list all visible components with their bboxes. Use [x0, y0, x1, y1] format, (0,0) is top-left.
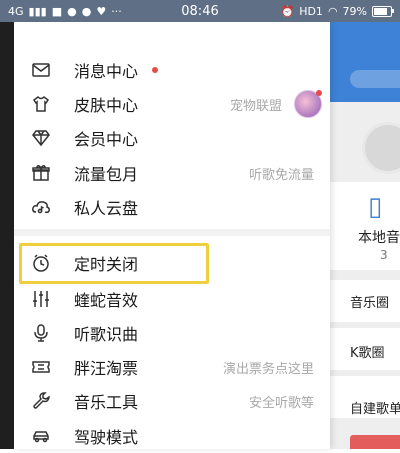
- hd-indicator: HD1: [299, 4, 323, 18]
- menu-item-skins[interactable]: 皮肤中心 宠物联盟: [14, 87, 330, 121]
- status-bar: 4G ▮▮▮ ■ ● ● ♥ ··· 08:46 ⏰ HD1 ◠ 79%: [0, 0, 400, 22]
- ticket-icon: [30, 356, 52, 378]
- skin-badge-dot: [316, 90, 322, 96]
- gift-icon: [30, 162, 52, 184]
- phone-device-icon: ▯: [368, 192, 383, 222]
- battery-fill: [374, 7, 387, 15]
- menu-divider: [14, 229, 330, 236]
- menu-item-label: 驾驶模式: [74, 428, 139, 447]
- menu-item-label: 音乐工具: [74, 393, 139, 412]
- signal-icon: ▮▮▮: [28, 4, 47, 18]
- screen-left-edge: [0, 22, 14, 449]
- background-row[interactable]: 音乐圈: [350, 292, 389, 311]
- menu-item-label: 皮肤中心: [74, 96, 139, 115]
- diamond-icon: [30, 127, 52, 149]
- status-left: 4G ▮▮▮ ■ ● ● ♥ ···: [8, 6, 122, 17]
- battery-percent: 79%: [342, 4, 367, 18]
- menu-item-subtitle: 安全听歌等: [248, 395, 314, 411]
- more-dots-icon: ···: [111, 4, 122, 18]
- battery-icon: [372, 5, 394, 17]
- menu-item-label: 蝰蛇音效: [74, 291, 139, 310]
- app-notification-icon-2: ●: [81, 4, 92, 18]
- menu-item-data-plan[interactable]: 流量包月 听歌免流量: [14, 156, 330, 190]
- status-time: 08:46: [181, 3, 219, 19]
- wifi-icon: ◠: [327, 4, 338, 18]
- cloud-music-icon: [30, 196, 52, 218]
- microphone-icon: [30, 322, 52, 344]
- menu-item-subtitle: 演出票务点这里: [222, 361, 314, 377]
- menu-item-sound-effects[interactable]: 蝰蛇音效: [14, 282, 330, 316]
- menu-item-music-tools[interactable]: 音乐工具 安全听歌等: [14, 384, 330, 418]
- car-icon: [30, 425, 52, 447]
- background-local-label: 本地音: [358, 230, 400, 246]
- tshirt-icon: [30, 93, 52, 115]
- menu-item-subtitle: 宠物联盟: [229, 98, 282, 114]
- background-header: [330, 22, 400, 102]
- menu-item-subtitle: 听歌免流量: [248, 167, 314, 183]
- background-red-bar: [350, 435, 400, 449]
- background-app[interactable]: ▯ 本地音 3 音乐圈 K歌圈 自建歌单: [330, 22, 400, 449]
- background-row[interactable]: 自建歌单: [350, 398, 400, 417]
- side-drawer: 消息中心 皮肤中心 宠物联盟 会员中心 流量包月 听歌免流量 私人云盘 定时关闭…: [14, 22, 330, 449]
- mail-icon: [30, 59, 52, 81]
- menu-item-cloud-drive[interactable]: 私人云盘: [14, 190, 330, 224]
- menu-item-label: 听歌识曲: [74, 325, 139, 344]
- menu-item-label: 胖汪淘票: [74, 359, 139, 378]
- message-badge-dot: [152, 67, 158, 73]
- background-local-card[interactable]: [330, 182, 400, 270]
- heart-shield-icon: ♥: [96, 4, 107, 18]
- menu-item-label: 私人云盘: [74, 199, 139, 218]
- video-icon: ■: [51, 4, 63, 18]
- menu-item-vip[interactable]: 会员中心: [14, 121, 330, 155]
- app-notification-icon: ●: [67, 4, 77, 18]
- menu-item-tickets[interactable]: 胖汪淘票 演出票务点这里: [14, 350, 330, 384]
- background-search-pill[interactable]: [350, 70, 400, 88]
- menu-item-driving-mode[interactable]: 驾驶模式: [14, 419, 330, 453]
- alarm-icon: ⏰: [280, 4, 295, 18]
- menu-item-label: 流量包月: [74, 165, 139, 184]
- menu-item-messages[interactable]: 消息中心: [14, 53, 330, 87]
- menu-item-song-recognition[interactable]: 听歌识曲: [14, 316, 330, 350]
- background-avatar[interactable]: [362, 122, 400, 174]
- status-right: ⏰ HD1 ◠ 79%: [280, 4, 394, 18]
- network-type: 4G: [8, 4, 24, 18]
- wrench-icon: [30, 390, 52, 412]
- background-row[interactable]: K歌圈: [350, 342, 385, 361]
- equalizer-icon: [30, 288, 52, 310]
- background-local-count: 3: [380, 248, 388, 262]
- highlight-box: [19, 243, 209, 284]
- menu-item-label: 消息中心: [74, 62, 139, 81]
- menu-item-label: 会员中心: [74, 130, 139, 149]
